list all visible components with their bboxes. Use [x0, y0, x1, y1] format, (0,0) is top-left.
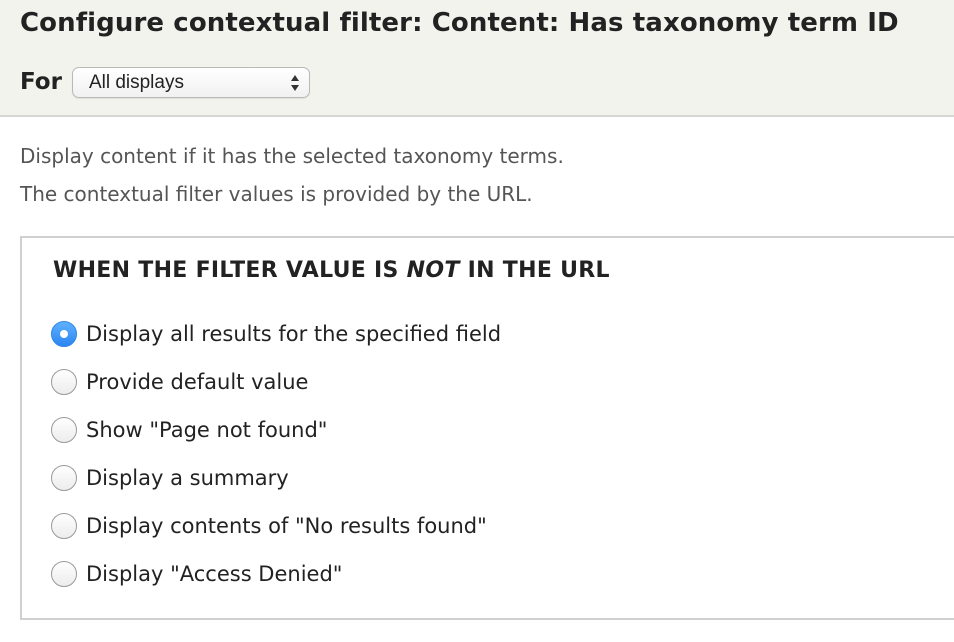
- legend-emphasis: NOT: [406, 258, 460, 283]
- filter-source-note: The contextual filter values is provided…: [20, 182, 533, 206]
- radio-button[interactable]: [51, 369, 77, 395]
- dialog-header: Configure contextual filter: Content: Ha…: [0, 0, 954, 117]
- displays-select[interactable]: All displays: [71, 66, 310, 98]
- option-display-summary[interactable]: Display a summary: [51, 462, 289, 494]
- radio-button[interactable]: [51, 513, 77, 539]
- option-label[interactable]: Display contents of "No results found": [86, 514, 487, 538]
- displays-select-value: All displays: [88, 71, 184, 93]
- legend-text-end: IN THE URL: [459, 258, 610, 283]
- option-access-denied[interactable]: Display "Access Denied": [51, 558, 342, 590]
- radio-button[interactable]: [51, 465, 77, 491]
- radio-button[interactable]: [51, 417, 77, 443]
- legend-text-start: WHEN THE FILTER VALUE IS: [53, 258, 407, 283]
- radio-button[interactable]: [51, 321, 77, 347]
- radio-button[interactable]: [51, 561, 77, 587]
- display-selector-row: For All displays: [20, 64, 310, 100]
- option-label[interactable]: Display "Access Denied": [86, 562, 342, 586]
- fieldset-legend: WHEN THE FILTER VALUE IS NOT IN THE URL: [53, 258, 610, 283]
- option-label[interactable]: Provide default value: [86, 370, 308, 394]
- option-label[interactable]: Show "Page not found": [86, 418, 327, 442]
- dialog-title: Configure contextual filter: Content: Ha…: [20, 8, 899, 38]
- option-no-results-found[interactable]: Display contents of "No results found": [51, 510, 487, 542]
- option-provide-default-value[interactable]: Provide default value: [51, 366, 308, 398]
- option-display-all-results[interactable]: Display all results for the specified fi…: [51, 318, 501, 350]
- missing-value-fieldset: WHEN THE FILTER VALUE IS NOT IN THE URL …: [20, 236, 954, 620]
- option-label[interactable]: Display a summary: [86, 466, 289, 490]
- option-page-not-found[interactable]: Show "Page not found": [51, 414, 327, 446]
- select-updown-icon: [290, 74, 299, 91]
- filter-description: Display content if it has the selected t…: [20, 144, 564, 168]
- for-label: For: [20, 69, 62, 95]
- option-label[interactable]: Display all results for the specified fi…: [86, 322, 501, 346]
